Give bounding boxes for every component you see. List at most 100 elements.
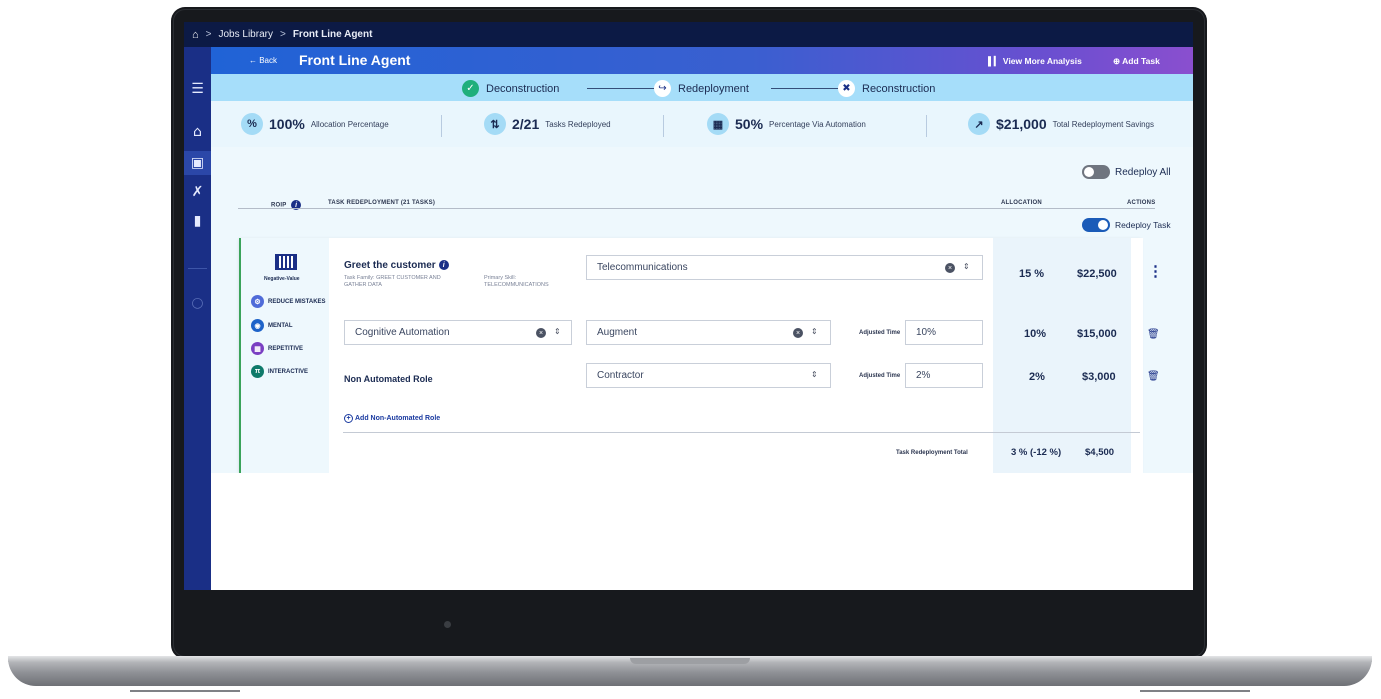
roip-column — [241, 238, 329, 473]
stat-allocation: % 100% Allocation Percentage — [241, 113, 389, 135]
stats-bar: % 100% Allocation Percentage ⇅ 2/21 Task… — [211, 101, 1193, 147]
col-head-allocation: ALLOCATION — [1001, 200, 1042, 206]
badge-mental: ◉ MENTAL — [251, 319, 293, 332]
actions-column — [1131, 238, 1143, 473]
check-icon: ✓ — [462, 80, 479, 97]
percent-icon: % — [241, 113, 263, 135]
breadcrumb: ⌂ > Jobs Library > Front Line Agent — [184, 22, 1193, 47]
page-header: ← Back Front Line Agent ▌▎ View More Ana… — [211, 47, 1193, 74]
nav-jobs-icon[interactable]: ▣ — [184, 150, 211, 176]
step-connector — [771, 88, 845, 89]
col-head-task: TASK REDEPLOYMENT (21 TASKS) — [328, 200, 436, 206]
info-icon[interactable]: i — [438, 260, 449, 271]
plus-circle-icon: + — [344, 414, 353, 423]
empty-area — [211, 473, 1193, 590]
nav-home-icon[interactable]: ⌂ — [184, 119, 211, 145]
adjusted-time-label: Adjusted Time — [859, 330, 901, 336]
redeploy-all-label: Redeploy All — [1115, 167, 1171, 178]
chip-icon: ▦ — [707, 113, 729, 135]
breadcrumb-separator: > — [205, 29, 212, 40]
header-rule — [238, 208, 1155, 209]
breadcrumb-separator: > — [279, 29, 286, 40]
contractor-select[interactable]: Contractor ⇕ — [586, 363, 831, 388]
total-label: Task Redeployment Total — [896, 450, 968, 456]
view-analysis-button[interactable]: ▌▎ View More Analysis — [988, 56, 1082, 67]
side-navigation: ☰ ⌂ ▣ ✗ ▮ ○ — [184, 47, 211, 590]
clear-icon[interactable]: × — [793, 328, 803, 338]
chart-icon: ▌▎ — [988, 56, 1003, 66]
adjusted-time-input[interactable]: 2% — [905, 363, 983, 388]
allocation-amount: $22,500 — [1077, 268, 1117, 280]
stat-savings: ↗ $21,000 Total Redeployment Savings — [968, 113, 1154, 135]
app-screen: ⌂ > Jobs Library > Front Line Agent ☰ ⌂ … — [184, 22, 1193, 590]
task-title: Greet the customer i — [344, 260, 449, 271]
brain-icon: ◉ — [251, 319, 264, 332]
augment-select[interactable]: Augment × ⇕ — [586, 320, 831, 345]
trash-icon[interactable]: 🗑 — [1147, 329, 1160, 340]
badge-repetitive: ▦ REPETITIVE — [251, 342, 303, 355]
stat-divider — [663, 115, 664, 137]
add-task-button[interactable]: ⊕ Add Task — [1113, 56, 1160, 67]
savings-icon: ↗ — [968, 113, 990, 135]
allocation-percent: 15 % — [1019, 268, 1045, 280]
page-title: Front Line Agent — [299, 52, 411, 68]
redeploy-icon: ⇅ — [484, 113, 506, 135]
webcam — [444, 621, 451, 628]
base-foot-left — [130, 690, 240, 692]
nav-tools-icon[interactable]: ✗ — [184, 179, 211, 205]
allocation-percent: 10% — [1024, 328, 1047, 340]
sort-caret-icon: ⇕ — [554, 327, 561, 336]
col-head-actions: ACTIONS — [1127, 200, 1156, 206]
grid-icon: ▦ — [251, 342, 264, 355]
clear-icon[interactable]: × — [945, 263, 955, 273]
clear-icon[interactable]: × — [536, 328, 546, 338]
allocation-amount: $15,000 — [1077, 328, 1117, 340]
redeploy-task-label: Redeploy Task — [1115, 220, 1171, 230]
roip-logo — [275, 254, 297, 270]
laptop-notch — [630, 658, 750, 664]
plus-circle-icon: ⊕ — [1113, 56, 1123, 66]
skill-select[interactable]: Telecommunications × ⇕ — [586, 255, 983, 280]
total-percent: 3 % (-12 %) — [1011, 447, 1062, 458]
step-deconstruction[interactable]: ✓ Deconstruction — [462, 80, 559, 97]
stat-tasks-redeployed: ⇅ 2/21 Tasks Redeployed — [484, 113, 611, 135]
non-automated-role-label: Non Automated Role — [344, 374, 433, 384]
reduce-mistakes-icon: ⚙ — [251, 295, 264, 308]
nav-divider — [188, 268, 207, 269]
process-stepper: ✓ Deconstruction ↪ Redeployment ✖ Recons… — [211, 74, 1193, 101]
task-card: Negative-Value ⚙ REDUCE MISTAKES ◉ MENTA… — [239, 238, 1163, 473]
task-redeployment-panel: Redeploy All ROIP i TASK REDEPLOYMENT (2… — [211, 147, 1193, 473]
stat-automation: ▦ 50% Percentage Via Automation — [707, 113, 866, 135]
redeploy-all-toggle[interactable] — [1082, 165, 1110, 179]
allocation-column — [993, 238, 1143, 473]
task-primary-skill: Primary Skill: TELECOMMUNICATIONS — [484, 275, 549, 288]
total-amount: $4,500 — [1085, 447, 1115, 458]
automation-select[interactable]: Cognitive Automation × ⇕ — [344, 320, 572, 345]
sort-caret-icon: ⇕ — [963, 262, 970, 271]
step-reconstruction[interactable]: ✖ Reconstruction — [838, 80, 935, 97]
task-family: Task Family: GREET CUSTOMER AND GATHER D… — [344, 275, 441, 288]
nav-analytics-icon[interactable]: ▮ — [184, 208, 211, 234]
sort-caret-icon: ⇕ — [811, 327, 818, 336]
menu-icon[interactable]: ☰ — [184, 76, 211, 102]
breadcrumb-current: Front Line Agent — [292, 29, 373, 40]
trash-icon[interactable]: 🗑 — [1147, 371, 1160, 382]
redeploy-task-toggle[interactable] — [1082, 218, 1110, 232]
total-rule — [343, 432, 1140, 433]
tools-icon: ✖ — [838, 80, 855, 97]
stat-divider — [926, 115, 927, 137]
allocation-amount: $3,000 — [1082, 371, 1116, 383]
back-button[interactable]: ← Back — [249, 56, 277, 65]
badge-reduce-mistakes: ⚙ REDUCE MISTAKES — [251, 295, 326, 308]
lightbulb-icon[interactable]: ○ — [184, 290, 211, 316]
breadcrumb-jobs-library[interactable]: Jobs Library — [219, 29, 273, 40]
people-icon: π — [251, 365, 264, 378]
stat-divider — [441, 115, 442, 137]
redeploy-icon: ↪ — [654, 80, 671, 97]
more-options-icon[interactable]: ⋮ — [1148, 262, 1163, 280]
step-redeployment[interactable]: ↪ Redeployment — [654, 80, 749, 97]
base-foot-right — [1140, 690, 1250, 692]
home-icon[interactable]: ⌂ — [192, 29, 199, 41]
adjusted-time-input[interactable]: 10% — [905, 320, 983, 345]
add-non-automated-role-button[interactable]: + Add Non-Automated Role — [344, 414, 440, 423]
